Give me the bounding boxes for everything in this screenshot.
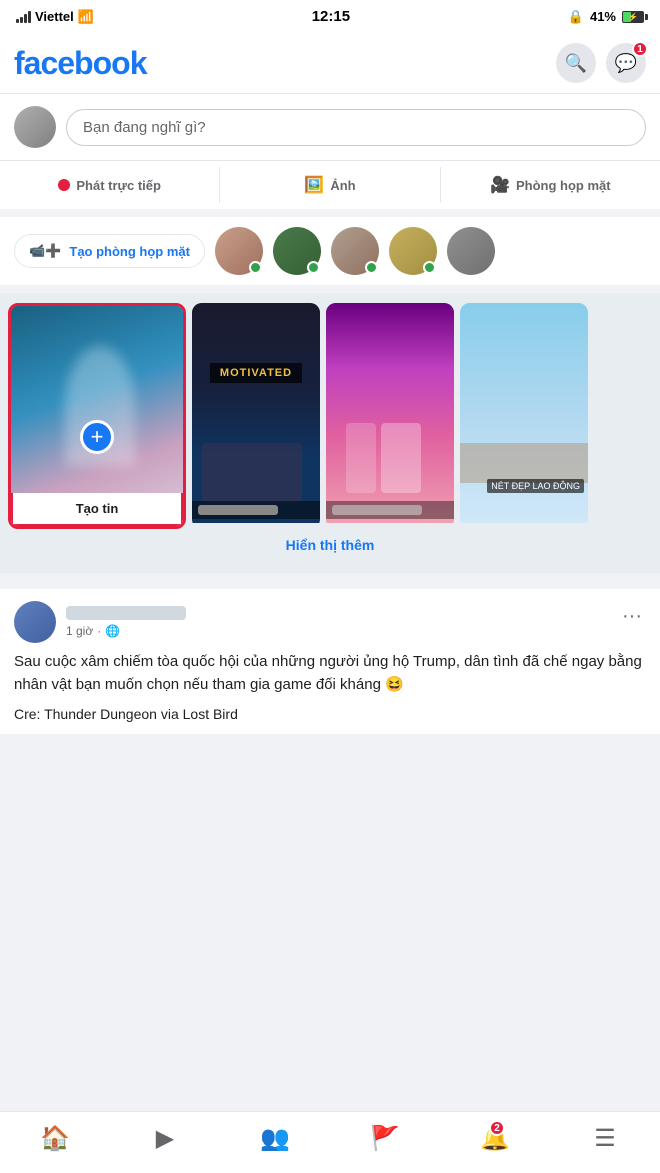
flag-icon: 🚩 <box>370 1124 400 1153</box>
friends-icon: 👥 <box>260 1124 290 1153</box>
online-indicator-3 <box>365 261 378 274</box>
story-card-4[interactable]: NÉT ĐẸP LAO ĐỘNG <box>460 303 588 529</box>
stories-cards: + Tạo tin MOTIVATED <box>8 303 652 529</box>
nav-menu[interactable]: ☰ <box>550 1120 660 1157</box>
post-card: 1 giờ · 🌐 ··· Sau cuộc xâm chiếm tòa quố… <box>0 589 660 734</box>
header-actions: 🔍 💬 1 <box>556 43 646 83</box>
menu-icon: ☰ <box>594 1124 616 1153</box>
story-image-4: NÉT ĐẸP LAO ĐỘNG <box>460 303 588 523</box>
live-button[interactable]: Phát trực tiếp <box>0 167 220 203</box>
photo-button[interactable]: 🖼️ Ảnh <box>220 167 440 203</box>
online-indicator-1 <box>249 261 262 274</box>
show-more-link[interactable]: Hiển thị thêm <box>286 537 375 553</box>
live-label: Phát trực tiếp <box>76 178 161 193</box>
nav-home[interactable]: 🏠 <box>0 1120 110 1157</box>
show-more-bar: Hiển thị thêm <box>8 529 652 563</box>
post-privacy-icon: 🌐 <box>105 624 120 638</box>
story-image-3 <box>326 303 454 523</box>
story-avatar-3[interactable] <box>331 227 379 275</box>
wifi-icon: 📶 <box>78 9 94 25</box>
story-avatar-2[interactable] <box>273 227 321 275</box>
post-meta: 1 giờ · 🌐 <box>66 624 186 638</box>
story-image-2: MOTIVATED <box>192 303 320 523</box>
bottom-nav: 🏠 ▶ 👥 🚩 🔔 2 ☰ <box>0 1111 660 1173</box>
create-story-label: Tạo tin <box>11 493 183 526</box>
time-display: 12:15 <box>312 8 350 25</box>
online-indicator-4 <box>423 261 436 274</box>
create-room-button[interactable]: 📹➕ Tạo phòng họp mặt <box>14 234 205 268</box>
photo-icon: 🖼️ <box>304 175 324 195</box>
post-creator: Bạn đang nghĩ gì? <box>0 94 660 161</box>
live-icon <box>58 179 70 191</box>
motivated-text: MOTIVATED <box>210 363 302 383</box>
net-dep-text: NÉT ĐẸP LAO ĐỘNG <box>487 479 584 493</box>
post-input[interactable]: Bạn đang nghĩ gì? <box>66 109 646 146</box>
post-credit: Cre: Thunder Dungeon via Lost Bird <box>14 706 646 722</box>
nav-video[interactable]: ▶ <box>110 1120 220 1157</box>
story-card-3[interactable] <box>326 303 454 529</box>
story-avatar-4[interactable] <box>389 227 437 275</box>
room-icon: 🎥 <box>490 175 510 195</box>
messenger-button[interactable]: 💬 1 <box>606 43 646 83</box>
video-icon: ▶ <box>156 1124 174 1153</box>
nav-friends[interactable]: 👥 <box>220 1120 330 1157</box>
story-avatar-5[interactable] <box>447 227 495 275</box>
messenger-icon: 💬 <box>615 53 637 74</box>
post-text: Sau cuộc xâm chiếm tòa quốc hội của nhữn… <box>14 651 646 696</box>
battery-icon: ⚡ <box>622 11 644 23</box>
add-story-button[interactable]: + <box>80 420 114 454</box>
battery-percentage: 41% <box>590 9 616 24</box>
photo-label: Ảnh <box>330 178 355 193</box>
user-avatar <box>14 106 56 148</box>
create-story-card[interactable]: + Tạo tin <box>8 303 186 529</box>
post-author-info: 1 giờ · 🌐 <box>66 606 186 638</box>
create-room-label: Tạo phòng họp mặt <box>69 244 190 259</box>
lock-icon: 🔒 <box>568 9 584 25</box>
search-icon: 🔍 <box>565 53 587 74</box>
room-label: Phòng họp mặt <box>516 178 611 193</box>
status-left: Viettel 📶 <box>16 9 94 25</box>
room-button[interactable]: 🎥 Phòng họp mặt <box>441 167 660 203</box>
post-separator: · <box>97 624 101 638</box>
stories-feed: + Tạo tin MOTIVATED <box>0 293 660 581</box>
signal-bars <box>16 11 31 23</box>
home-icon: 🏠 <box>40 1124 70 1153</box>
video-add-icon: 📹➕ <box>29 243 61 259</box>
post-author-name <box>66 606 186 620</box>
nav-bell[interactable]: 🔔 2 <box>440 1120 550 1157</box>
facebook-logo: facebook <box>14 45 146 82</box>
post-author: 1 giờ · 🌐 <box>14 601 186 643</box>
stories-row: 📹➕ Tạo phòng họp mặt <box>14 227 646 275</box>
header: facebook 🔍 💬 1 <box>0 33 660 94</box>
post-options-button[interactable]: ··· <box>618 601 646 632</box>
post-author-avatar <box>14 601 56 643</box>
post-actions-bar: Phát trực tiếp 🖼️ Ảnh 🎥 Phòng họp mặt <box>0 161 660 217</box>
status-right: 🔒 41% ⚡ <box>568 9 644 25</box>
stories-section: 📹➕ Tạo phòng họp mặt <box>0 217 660 293</box>
search-button[interactable]: 🔍 <box>556 43 596 83</box>
status-bar: Viettel 📶 12:15 🔒 41% ⚡ <box>0 0 660 33</box>
post-header: 1 giờ · 🌐 ··· <box>14 601 646 643</box>
story-avatar-1[interactable] <box>215 227 263 275</box>
post-time: 1 giờ <box>66 624 93 638</box>
carrier-label: Viettel <box>35 9 74 24</box>
online-indicator-2 <box>307 261 320 274</box>
messenger-badge: 1 <box>632 41 648 57</box>
story-card-2[interactable]: MOTIVATED <box>192 303 320 529</box>
nav-flag[interactable]: 🚩 <box>330 1120 440 1157</box>
bell-badge: 2 <box>489 1120 505 1136</box>
